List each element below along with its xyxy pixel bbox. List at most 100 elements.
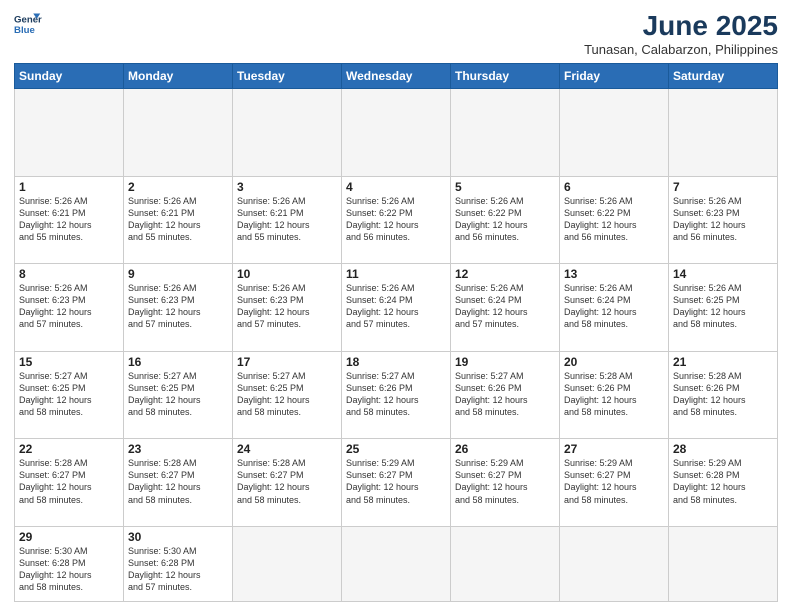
day-info: Sunrise: 5:26 AM Sunset: 6:21 PM Dayligh… <box>237 195 337 244</box>
day-number: 12 <box>455 267 555 281</box>
day-info: Sunrise: 5:26 AM Sunset: 6:23 PM Dayligh… <box>19 282 119 331</box>
header: General Blue June 2025 Tunasan, Calabarz… <box>14 10 778 57</box>
day-info: Sunrise: 5:28 AM Sunset: 6:26 PM Dayligh… <box>564 370 664 419</box>
day-info: Sunrise: 5:29 AM Sunset: 6:28 PM Dayligh… <box>673 457 773 506</box>
calendar-cell: 3Sunrise: 5:26 AM Sunset: 6:21 PM Daylig… <box>233 176 342 264</box>
calendar-cell: 22Sunrise: 5:28 AM Sunset: 6:27 PM Dayli… <box>15 439 124 527</box>
day-info: Sunrise: 5:28 AM Sunset: 6:27 PM Dayligh… <box>19 457 119 506</box>
calendar-cell: 2Sunrise: 5:26 AM Sunset: 6:21 PM Daylig… <box>124 176 233 264</box>
calendar-cell: 25Sunrise: 5:29 AM Sunset: 6:27 PM Dayli… <box>342 439 451 527</box>
subtitle: Tunasan, Calabarzon, Philippines <box>584 42 778 57</box>
day-header-tuesday: Tuesday <box>233 64 342 89</box>
calendar-cell: 21Sunrise: 5:28 AM Sunset: 6:26 PM Dayli… <box>669 351 778 439</box>
day-number: 1 <box>19 180 119 194</box>
day-info: Sunrise: 5:26 AM Sunset: 6:21 PM Dayligh… <box>19 195 119 244</box>
day-info: Sunrise: 5:28 AM Sunset: 6:27 PM Dayligh… <box>237 457 337 506</box>
calendar-cell: 8Sunrise: 5:26 AM Sunset: 6:23 PM Daylig… <box>15 264 124 352</box>
day-info: Sunrise: 5:27 AM Sunset: 6:26 PM Dayligh… <box>346 370 446 419</box>
calendar-cell <box>342 89 451 177</box>
calendar-cell: 23Sunrise: 5:28 AM Sunset: 6:27 PM Dayli… <box>124 439 233 527</box>
day-header-friday: Friday <box>560 64 669 89</box>
day-number: 27 <box>564 442 664 456</box>
day-info: Sunrise: 5:27 AM Sunset: 6:26 PM Dayligh… <box>455 370 555 419</box>
day-number: 26 <box>455 442 555 456</box>
calendar-cell: 11Sunrise: 5:26 AM Sunset: 6:24 PM Dayli… <box>342 264 451 352</box>
day-info: Sunrise: 5:28 AM Sunset: 6:26 PM Dayligh… <box>673 370 773 419</box>
day-header-thursday: Thursday <box>451 64 560 89</box>
day-number: 29 <box>19 530 119 544</box>
day-number: 6 <box>564 180 664 194</box>
calendar-cell <box>124 89 233 177</box>
calendar-cell: 12Sunrise: 5:26 AM Sunset: 6:24 PM Dayli… <box>451 264 560 352</box>
day-info: Sunrise: 5:26 AM Sunset: 6:22 PM Dayligh… <box>346 195 446 244</box>
day-header-saturday: Saturday <box>669 64 778 89</box>
day-info: Sunrise: 5:26 AM Sunset: 6:23 PM Dayligh… <box>128 282 228 331</box>
day-info: Sunrise: 5:26 AM Sunset: 6:25 PM Dayligh… <box>673 282 773 331</box>
day-info: Sunrise: 5:26 AM Sunset: 6:23 PM Dayligh… <box>673 195 773 244</box>
calendar-cell: 9Sunrise: 5:26 AM Sunset: 6:23 PM Daylig… <box>124 264 233 352</box>
day-number: 10 <box>237 267 337 281</box>
calendar-cell <box>233 89 342 177</box>
calendar-cell: 4Sunrise: 5:26 AM Sunset: 6:22 PM Daylig… <box>342 176 451 264</box>
calendar-cell <box>669 89 778 177</box>
calendar-cell: 5Sunrise: 5:26 AM Sunset: 6:22 PM Daylig… <box>451 176 560 264</box>
day-number: 13 <box>564 267 664 281</box>
day-number: 19 <box>455 355 555 369</box>
day-info: Sunrise: 5:26 AM Sunset: 6:22 PM Dayligh… <box>564 195 664 244</box>
day-number: 14 <box>673 267 773 281</box>
calendar-week-1: 1Sunrise: 5:26 AM Sunset: 6:21 PM Daylig… <box>15 176 778 264</box>
day-number: 17 <box>237 355 337 369</box>
day-number: 20 <box>564 355 664 369</box>
day-info: Sunrise: 5:29 AM Sunset: 6:27 PM Dayligh… <box>564 457 664 506</box>
calendar-cell: 30Sunrise: 5:30 AM Sunset: 6:28 PM Dayli… <box>124 526 233 601</box>
calendar-cell: 6Sunrise: 5:26 AM Sunset: 6:22 PM Daylig… <box>560 176 669 264</box>
calendar-week-5: 29Sunrise: 5:30 AM Sunset: 6:28 PM Dayli… <box>15 526 778 601</box>
day-number: 3 <box>237 180 337 194</box>
day-number: 28 <box>673 442 773 456</box>
svg-text:Blue: Blue <box>14 25 35 36</box>
calendar-cell <box>451 89 560 177</box>
day-info: Sunrise: 5:27 AM Sunset: 6:25 PM Dayligh… <box>19 370 119 419</box>
day-info: Sunrise: 5:26 AM Sunset: 6:24 PM Dayligh… <box>346 282 446 331</box>
logo: General Blue <box>14 10 42 38</box>
calendar-cell: 1Sunrise: 5:26 AM Sunset: 6:21 PM Daylig… <box>15 176 124 264</box>
day-number: 11 <box>346 267 446 281</box>
day-number: 2 <box>128 180 228 194</box>
day-info: Sunrise: 5:30 AM Sunset: 6:28 PM Dayligh… <box>19 545 119 594</box>
calendar-cell: 16Sunrise: 5:27 AM Sunset: 6:25 PM Dayli… <box>124 351 233 439</box>
day-info: Sunrise: 5:29 AM Sunset: 6:27 PM Dayligh… <box>455 457 555 506</box>
day-number: 23 <box>128 442 228 456</box>
calendar-week-4: 22Sunrise: 5:28 AM Sunset: 6:27 PM Dayli… <box>15 439 778 527</box>
day-info: Sunrise: 5:29 AM Sunset: 6:27 PM Dayligh… <box>346 457 446 506</box>
day-info: Sunrise: 5:26 AM Sunset: 6:23 PM Dayligh… <box>237 282 337 331</box>
day-number: 22 <box>19 442 119 456</box>
calendar-cell: 19Sunrise: 5:27 AM Sunset: 6:26 PM Dayli… <box>451 351 560 439</box>
calendar-week-2: 8Sunrise: 5:26 AM Sunset: 6:23 PM Daylig… <box>15 264 778 352</box>
calendar-week-0 <box>15 89 778 177</box>
calendar-cell: 28Sunrise: 5:29 AM Sunset: 6:28 PM Dayli… <box>669 439 778 527</box>
calendar-cell: 26Sunrise: 5:29 AM Sunset: 6:27 PM Dayli… <box>451 439 560 527</box>
main-title: June 2025 <box>584 10 778 42</box>
calendar-cell: 10Sunrise: 5:26 AM Sunset: 6:23 PM Dayli… <box>233 264 342 352</box>
calendar-cell: 17Sunrise: 5:27 AM Sunset: 6:25 PM Dayli… <box>233 351 342 439</box>
calendar-cell: 13Sunrise: 5:26 AM Sunset: 6:24 PM Dayli… <box>560 264 669 352</box>
day-info: Sunrise: 5:27 AM Sunset: 6:25 PM Dayligh… <box>237 370 337 419</box>
day-number: 24 <box>237 442 337 456</box>
calendar-cell: 29Sunrise: 5:30 AM Sunset: 6:28 PM Dayli… <box>15 526 124 601</box>
page: General Blue June 2025 Tunasan, Calabarz… <box>0 0 792 612</box>
day-number: 15 <box>19 355 119 369</box>
day-info: Sunrise: 5:26 AM Sunset: 6:24 PM Dayligh… <box>564 282 664 331</box>
day-number: 8 <box>19 267 119 281</box>
day-number: 7 <box>673 180 773 194</box>
day-number: 18 <box>346 355 446 369</box>
day-info: Sunrise: 5:26 AM Sunset: 6:21 PM Dayligh… <box>128 195 228 244</box>
calendar-cell: 18Sunrise: 5:27 AM Sunset: 6:26 PM Dayli… <box>342 351 451 439</box>
day-number: 9 <box>128 267 228 281</box>
calendar-header-row: SundayMondayTuesdayWednesdayThursdayFrid… <box>15 64 778 89</box>
calendar-cell <box>451 526 560 601</box>
day-info: Sunrise: 5:28 AM Sunset: 6:27 PM Dayligh… <box>128 457 228 506</box>
day-header-sunday: Sunday <box>15 64 124 89</box>
calendar-cell: 27Sunrise: 5:29 AM Sunset: 6:27 PM Dayli… <box>560 439 669 527</box>
calendar-table: SundayMondayTuesdayWednesdayThursdayFrid… <box>14 63 778 602</box>
day-info: Sunrise: 5:26 AM Sunset: 6:24 PM Dayligh… <box>455 282 555 331</box>
